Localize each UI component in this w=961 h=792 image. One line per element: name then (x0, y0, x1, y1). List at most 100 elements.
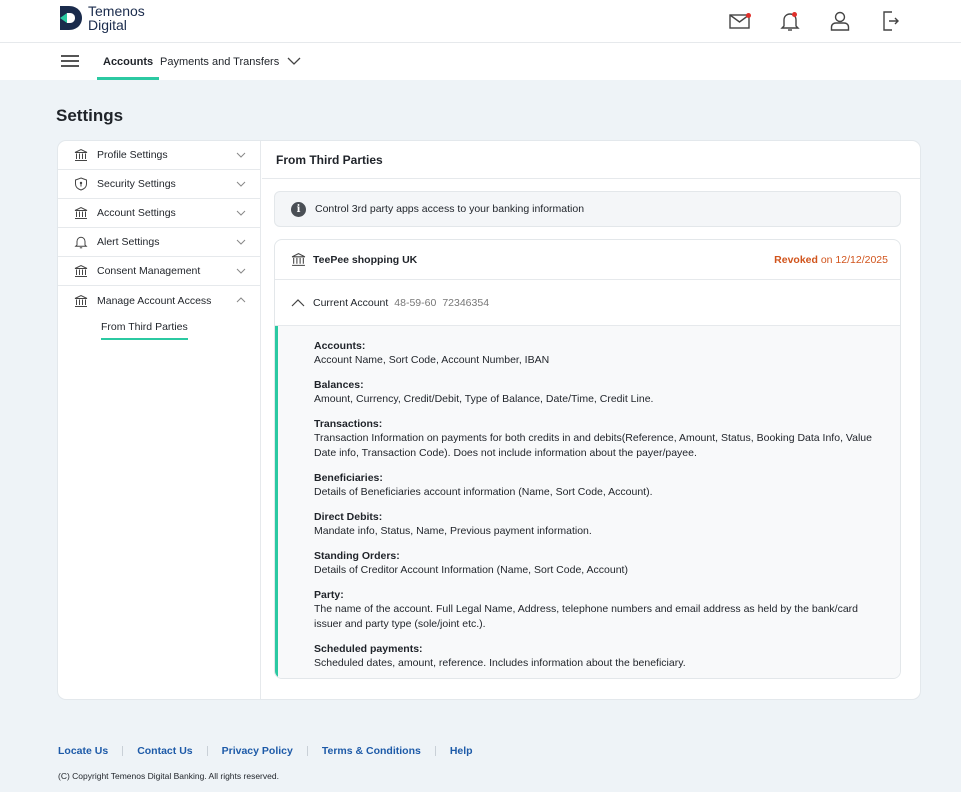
sidebar-item-profile-settings[interactable]: Profile Settings (58, 141, 260, 170)
nav-payments-and-transfers[interactable]: Payments and Transfers (160, 43, 301, 80)
permission-detail: Details of Creditor Account Information … (314, 564, 628, 576)
chevron-down-icon (287, 57, 301, 65)
permission-detail: Account Name, Sort Code, Account Number,… (314, 354, 550, 366)
mail-button[interactable] (727, 8, 753, 34)
account-number: 72346354 (442, 296, 490, 309)
footer-link-locate-us[interactable]: Locate Us (58, 745, 108, 757)
permission-item: Direct Debits: Mandate info, Status, Nam… (314, 511, 882, 539)
consent-card: TeePee shopping UK Revoked on 12/12/2025… (274, 239, 901, 679)
permission-heading: Scheduled payments: (314, 643, 423, 655)
sidebar-item-account-settings[interactable]: Account Settings (58, 199, 260, 228)
sidebar-item-consent-management[interactable]: Consent Management (58, 257, 260, 286)
chevron-up-icon (291, 299, 305, 307)
permission-heading: Direct Debits: (314, 511, 383, 523)
section-title: From Third Parties (262, 141, 920, 179)
bank-icon (74, 294, 88, 307)
footer-link-help[interactable]: Help (450, 745, 473, 757)
main-panel: From Third Parties i Control 3rd party a… (262, 141, 920, 699)
sidebar-item-alert-settings[interactable]: Alert Settings (58, 228, 260, 257)
bank-icon (74, 264, 88, 277)
mail-icon (729, 14, 750, 29)
bank-icon (74, 206, 88, 219)
account-name: Current Account (313, 296, 389, 309)
nav-accounts[interactable]: Accounts (97, 43, 160, 80)
footer-link-terms[interactable]: Terms & Conditions (322, 745, 421, 757)
permission-item: Standing Orders: Details of Creditor Acc… (314, 550, 882, 578)
bell-notification-dot (792, 12, 797, 17)
footer-divider (206, 746, 208, 756)
brand-logo[interactable]: Temenos Digital (58, 4, 145, 32)
brand-name: Temenos Digital (88, 4, 145, 32)
footer-link-contact-us[interactable]: Contact Us (137, 745, 192, 757)
sidebar-item-label: Account Settings (97, 207, 176, 219)
footer-divider (122, 746, 124, 756)
footer-divider (306, 746, 308, 756)
chevron-down-icon (236, 268, 246, 274)
bank-icon (291, 253, 306, 266)
permission-detail: Details of Beneficiaries account informa… (314, 486, 653, 498)
notifications-button[interactable] (777, 8, 803, 34)
permission-details: Accounts: Account Name, Sort Code, Accou… (275, 326, 900, 678)
page-title: Settings (56, 106, 124, 125)
header-actions (727, 8, 903, 34)
permission-item: Transactions: Transaction Information on… (314, 418, 882, 461)
provider-name: TeePee shopping UK (313, 253, 418, 266)
permission-item: Accounts: Account Name, Sort Code, Accou… (314, 340, 882, 368)
footer-link-privacy-policy[interactable]: Privacy Policy (222, 745, 293, 757)
permission-item: Scheduled payments: Scheduled dates, amo… (314, 643, 882, 671)
permission-detail: The name of the account. Full Legal Name… (314, 603, 858, 630)
logout-button[interactable] (877, 8, 903, 34)
nav-payments-label: Payments and Transfers (160, 55, 280, 68)
profile-button[interactable] (827, 8, 853, 34)
footer-divider (434, 746, 436, 756)
revoked-label: Revoked (774, 253, 818, 266)
sidebar-item-label: Manage Account Access (97, 294, 212, 307)
chevron-down-icon (236, 152, 246, 158)
bank-icon (74, 148, 88, 161)
permission-item: Party: The name of the account. Full Leg… (314, 589, 882, 632)
sidebar-item-label: Consent Management (97, 265, 201, 277)
sidebar-item-label: Alert Settings (97, 236, 160, 248)
brand-line1: Temenos (88, 3, 145, 19)
info-banner: i Control 3rd party apps access to your … (274, 191, 901, 227)
top-header: Temenos Digital (0, 0, 961, 43)
copyright-text: (C) Copyright Temenos Digital Banking. A… (58, 771, 279, 781)
sidebar-item-label: Profile Settings (97, 149, 168, 161)
permission-detail: Transaction Information on payments for … (314, 432, 872, 459)
chevron-down-icon (236, 239, 246, 245)
chevron-down-icon (236, 181, 246, 187)
permission-heading: Standing Orders: (314, 550, 400, 562)
sidebar-subitem-from-third-parties[interactable]: From Third Parties (101, 321, 188, 340)
permission-detail: Scheduled dates, amount, reference. Incl… (314, 657, 686, 669)
settings-card: Profile Settings Security Settings Accou… (58, 141, 920, 699)
sidebar-item-security-settings[interactable]: Security Settings (58, 170, 260, 199)
main-nav: Accounts Payments and Transfers (0, 43, 961, 80)
permission-item: Beneficiaries: Details of Beneficiaries … (314, 472, 882, 500)
sidebar-item-label: Security Settings (97, 178, 176, 190)
mail-notification-dot (746, 13, 751, 18)
permission-heading: Beneficiaries: (314, 472, 383, 484)
account-toggle-row[interactable]: Current Account 48-59-60 72346354 (275, 280, 900, 326)
info-icon: i (291, 201, 306, 217)
sidebar-item-manage-account-access[interactable]: Manage Account Access (58, 286, 260, 315)
bell-icon (780, 13, 800, 31)
consent-header: TeePee shopping UK Revoked on 12/12/2025 (275, 240, 900, 280)
permission-heading: Party: (314, 589, 344, 601)
footer-links: Locate Us Contact Us Privacy Policy Term… (58, 745, 473, 757)
bell-icon (74, 236, 88, 249)
permission-heading: Balances: (314, 379, 364, 391)
menu-icon[interactable] (61, 55, 79, 67)
permission-item: Balances: Amount, Currency, Credit/Debit… (314, 379, 882, 407)
shield-icon (75, 177, 87, 191)
revoked-status: Revoked on 12/12/2025 (774, 254, 888, 266)
permission-detail: Amount, Currency, Credit/Debit, Type of … (314, 393, 654, 405)
permission-detail: Mandate info, Status, Name, Previous pay… (314, 525, 592, 537)
temenos-logo-icon (60, 6, 82, 30)
info-text: Control 3rd party apps access to your ba… (315, 203, 585, 215)
settings-sidebar: Profile Settings Security Settings Accou… (58, 141, 261, 699)
user-icon (830, 11, 850, 31)
brand-line2: Digital (88, 17, 127, 33)
logout-icon (883, 11, 899, 31)
sort-code: 48-59-60 (394, 296, 437, 309)
chevron-down-icon (236, 210, 246, 216)
